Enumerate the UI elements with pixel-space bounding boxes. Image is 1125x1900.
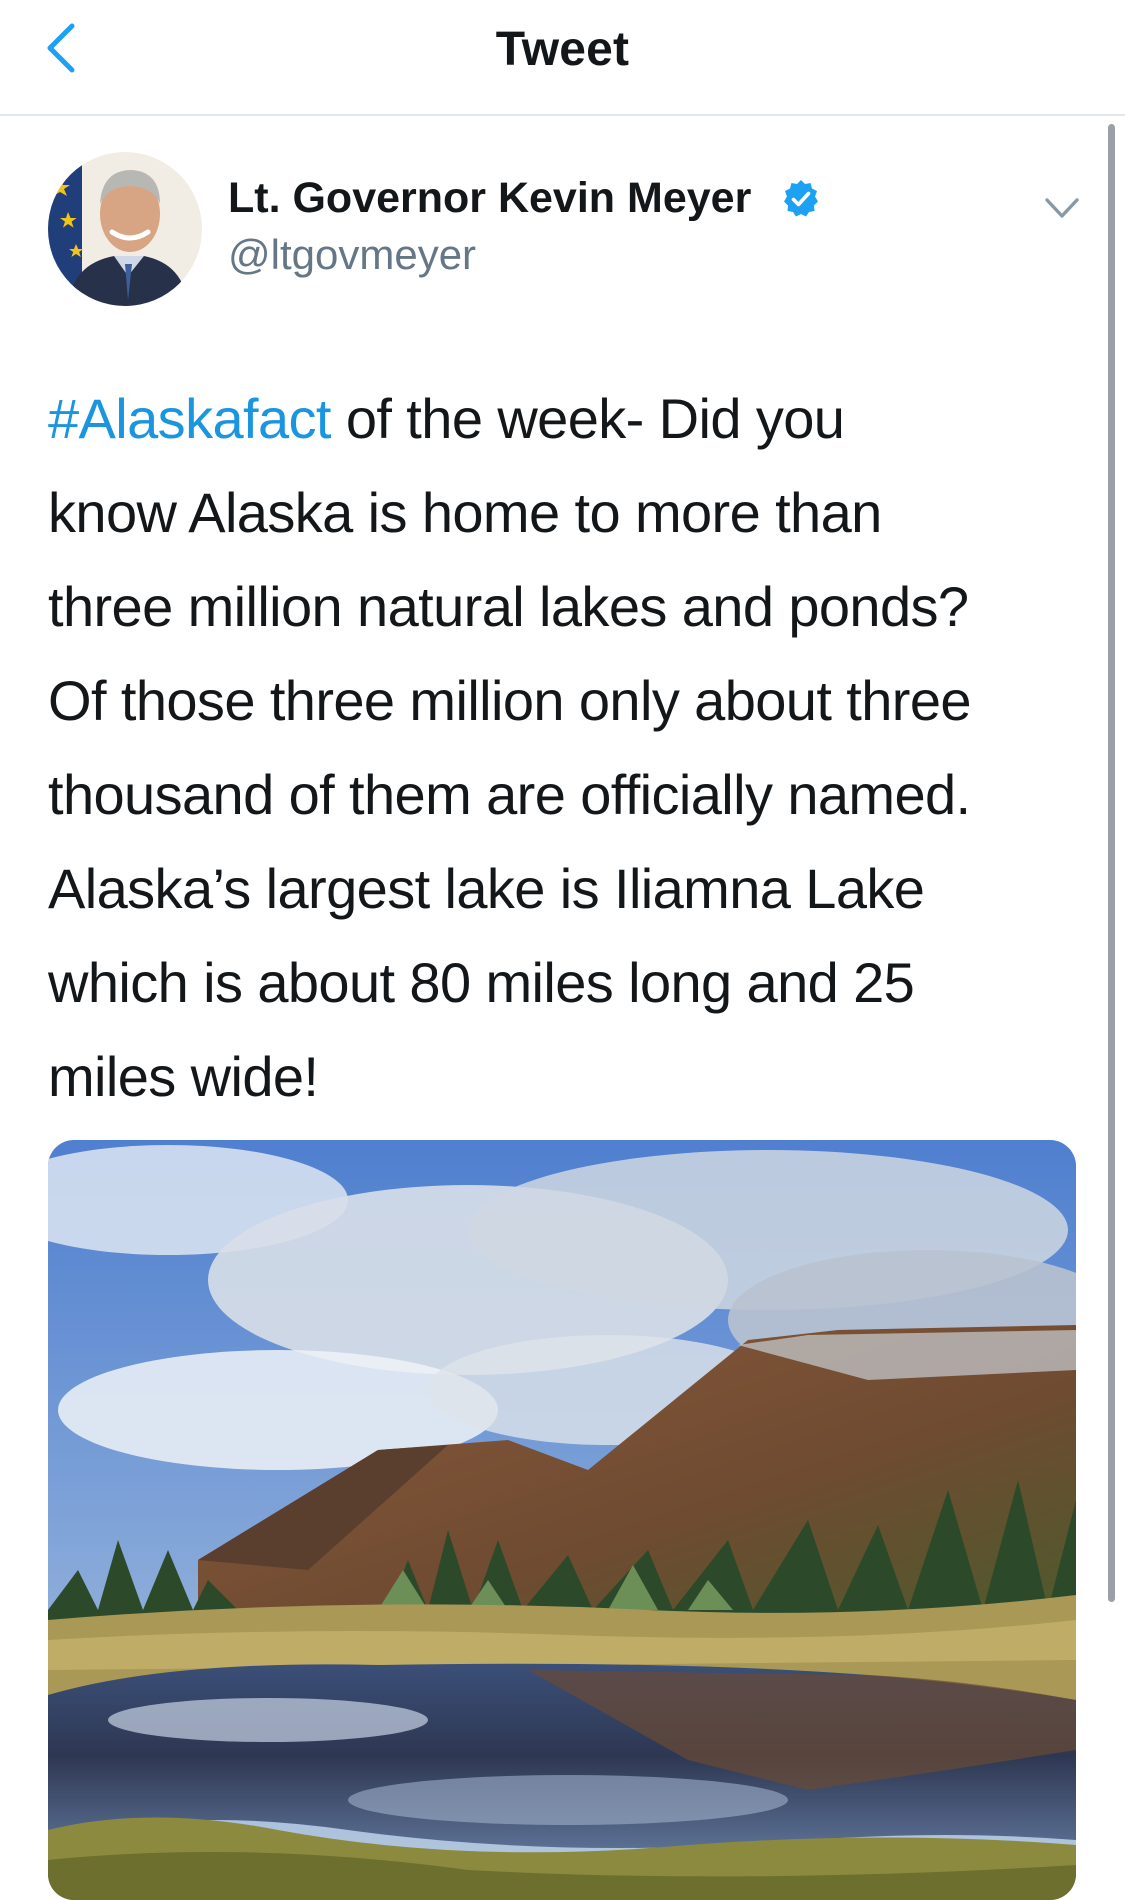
hashtag-link[interactable]: #Alaskafact	[48, 387, 331, 450]
tweet-line: know Alaska is home to more than	[48, 481, 882, 544]
tweet-media-image[interactable]	[48, 1140, 1076, 1900]
verified-badge-icon	[780, 178, 822, 220]
top-navigation-bar: Tweet	[0, 0, 1125, 116]
tweet-line: Of those three million only about three	[48, 669, 972, 732]
author-handle[interactable]: @ltgovmeyer	[228, 231, 476, 279]
landscape-photo	[48, 1140, 1076, 1900]
avatar[interactable]	[48, 152, 202, 306]
chevron-down-icon	[1045, 198, 1079, 218]
author-name[interactable]: Lt. Governor Kevin Meyer	[228, 174, 751, 223]
tweet-line-text: of the week- Did you	[330, 387, 845, 450]
tweet-text: #Alaskafact of the week- Did you know Al…	[48, 372, 1088, 1124]
tweet-line: Alaska’s largest lake is Iliamna Lake	[48, 857, 925, 920]
tweet-line: three million natural lakes and ponds?	[48, 575, 969, 638]
tweet-line: miles wide!	[48, 1045, 319, 1108]
scrollbar[interactable]	[1108, 124, 1115, 1602]
tweet-line: thousand of them are officially named.	[48, 763, 971, 826]
tweet-line: #Alaskafact of the week- Did you	[48, 372, 1088, 466]
tweet-line: which is about 80 miles long and 25	[48, 951, 915, 1014]
avatar-photo	[48, 152, 202, 306]
tweet-menu-button[interactable]	[1042, 190, 1082, 226]
page-title: Tweet	[495, 23, 630, 76]
